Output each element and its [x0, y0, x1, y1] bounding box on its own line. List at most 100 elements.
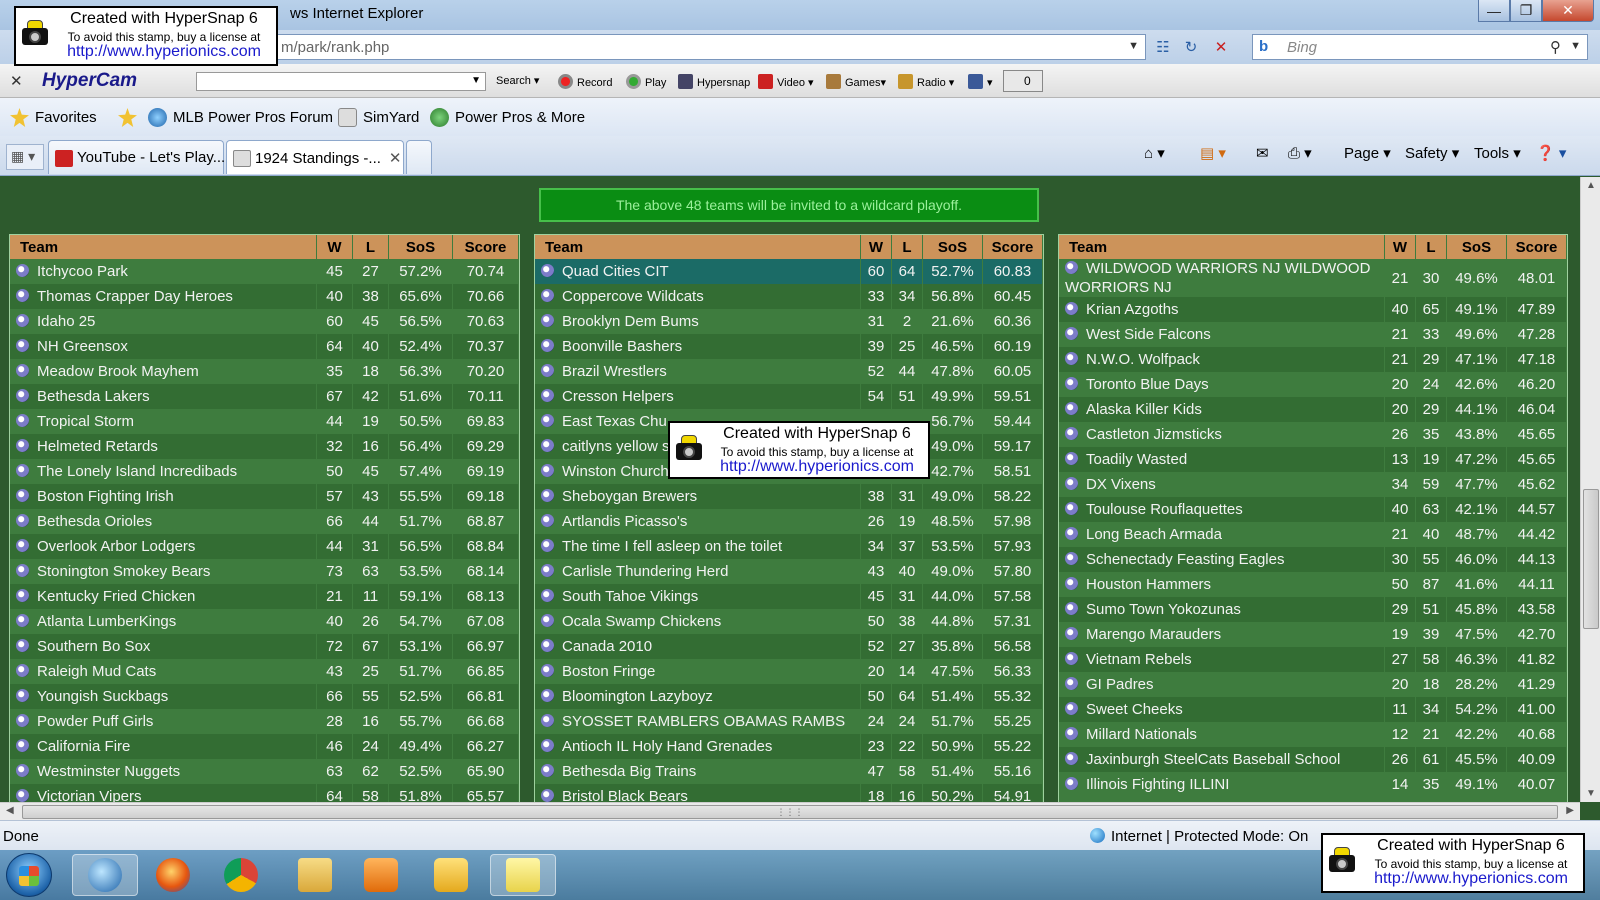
hc-games-button[interactable]: Games▾: [826, 74, 886, 89]
team-cell[interactable]: Ocala Swamp Chickens: [535, 609, 861, 634]
safety-menu[interactable]: Safety ▾: [1405, 144, 1459, 162]
taskbar-firefox[interactable]: [140, 854, 206, 896]
team-cell[interactable]: Thomas Crapper Day Heroes: [10, 284, 317, 309]
hc-video-button[interactable]: Video ▾: [758, 74, 814, 89]
team-cell[interactable]: Toadily Wasted: [1059, 447, 1385, 472]
help-icon[interactable]: ❓ ▾: [1536, 144, 1566, 162]
minimize-button[interactable]: —: [1478, 0, 1510, 22]
search-input[interactable]: b Bing ⚲ ▼: [1252, 34, 1588, 60]
hc-search-button[interactable]: Search ▾: [496, 74, 539, 87]
close-toolbar-icon[interactable]: ✕: [10, 72, 23, 90]
team-cell[interactable]: Bristol Black Bears: [535, 784, 861, 802]
team-cell[interactable]: Carlisle Thundering Herd: [535, 559, 861, 584]
scroll-up-icon[interactable]: ▲: [1586, 180, 1596, 191]
team-cell[interactable]: West Side Falcons: [1059, 322, 1385, 347]
taskbar-chrome[interactable]: [208, 854, 274, 896]
taskbar-notes[interactable]: [490, 854, 556, 896]
team-cell[interactable]: Brazil Wrestlers: [535, 359, 861, 384]
team-cell[interactable]: WILDWOOD WARRIORS NJ WILDWOOD WORRIORS N…: [1059, 259, 1385, 297]
team-cell[interactable]: Southern Bo Sox: [10, 634, 317, 659]
scroll-left-icon[interactable]: ◀: [6, 805, 14, 816]
team-cell[interactable]: Victorian Vipers: [10, 784, 317, 802]
team-cell[interactable]: Jaxinburgh SteelCats Baseball School: [1059, 747, 1385, 772]
team-cell[interactable]: Helmeted Retards: [10, 434, 317, 459]
team-cell[interactable]: Bethesda Orioles: [10, 509, 317, 534]
team-cell[interactable]: Meadow Brook Mayhem: [10, 359, 317, 384]
home-icon[interactable]: ⌂ ▾: [1144, 144, 1165, 162]
add-favorite-icon[interactable]: [118, 108, 143, 127]
compatibility-view-icon[interactable]: ☷: [1152, 38, 1174, 58]
team-cell[interactable]: Coppercove Wildcats: [535, 284, 861, 309]
team-cell[interactable]: Sumo Town Yokozunas: [1059, 597, 1385, 622]
new-tab-button[interactable]: [406, 140, 432, 174]
team-cell[interactable]: NH Greensox: [10, 334, 317, 359]
team-cell[interactable]: South Tahoe Vikings: [535, 584, 861, 609]
team-cell[interactable]: Itchycoo Park: [10, 259, 317, 284]
page-menu[interactable]: Page ▾: [1344, 144, 1391, 162]
team-cell[interactable]: Overlook Arbor Lodgers: [10, 534, 317, 559]
team-cell[interactable]: Atlanta LumberKings: [10, 609, 317, 634]
team-cell[interactable]: Sheboygan Brewers: [535, 484, 861, 509]
team-cell[interactable]: Illinois Fighting ILLINI: [1059, 772, 1385, 797]
horizontal-scroll-thumb[interactable]: ⋮⋮⋮: [22, 805, 1558, 819]
team-cell[interactable]: SYOSSET RAMBLERS OBAMAS RAMBS: [535, 709, 861, 734]
stop-icon[interactable]: ✕: [1210, 38, 1232, 58]
feeds-icon[interactable]: ▤ ▾: [1200, 144, 1226, 162]
vertical-scroll-thumb[interactable]: [1583, 489, 1599, 629]
team-cell[interactable]: Cresson Helpers: [535, 384, 861, 409]
team-cell[interactable]: Raleigh Mud Cats: [10, 659, 317, 684]
tab-standings[interactable]: 1924 Standings -... ✕: [226, 140, 404, 174]
hc-radio-button[interactable]: Radio ▾: [898, 74, 954, 89]
team-cell[interactable]: Millard Nationals: [1059, 722, 1385, 747]
team-cell[interactable]: Artlandis Picasso's: [535, 509, 861, 534]
team-cell[interactable]: Bethesda Big Trains: [535, 759, 861, 784]
security-zone[interactable]: Internet | Protected Mode: On: [1090, 828, 1308, 845]
hc-hypersnap-button[interactable]: Hypersnap: [678, 74, 750, 89]
team-cell[interactable]: Schenectady Feasting Eagles: [1059, 547, 1385, 572]
taskbar-ie[interactable]: [72, 854, 138, 896]
team-cell[interactable]: The time I fell asleep on the toilet: [535, 534, 861, 559]
team-cell[interactable]: Youngish Suckbags: [10, 684, 317, 709]
team-cell[interactable]: Bloomington Lazyboyz: [535, 684, 861, 709]
hc-counter[interactable]: 0: [1003, 70, 1043, 92]
team-cell[interactable]: Sweet Cheeks: [1059, 697, 1385, 722]
refresh-icon[interactable]: ↻: [1180, 38, 1202, 58]
fav-link-mlb-forum[interactable]: MLB Power Pros Forum: [148, 108, 333, 127]
hc-record-button[interactable]: Record: [558, 74, 612, 89]
hc-play-button[interactable]: Play: [626, 74, 666, 89]
team-cell[interactable]: GI Padres: [1059, 672, 1385, 697]
team-cell[interactable]: Powder Puff Girls: [10, 709, 317, 734]
team-cell[interactable]: Quad Cities CIT: [535, 259, 861, 284]
team-cell[interactable]: Vietnam Rebels: [1059, 647, 1385, 672]
close-tab-icon[interactable]: ✕: [389, 150, 402, 167]
team-cell[interactable]: Krian Azgoths: [1059, 297, 1385, 322]
team-cell[interactable]: California Fire: [10, 734, 317, 759]
tools-menu[interactable]: Tools ▾: [1474, 144, 1521, 162]
fav-link-simyard[interactable]: SimYard: [338, 108, 419, 127]
team-cell[interactable]: Brooklyn Dem Bums: [535, 309, 861, 334]
team-cell[interactable]: Boston Fighting Irish: [10, 484, 317, 509]
print-icon[interactable]: ⎙ ▾: [1288, 144, 1312, 162]
team-cell[interactable]: Westminster Nuggets: [10, 759, 317, 784]
team-cell[interactable]: Antioch IL Holy Hand Grenades: [535, 734, 861, 759]
team-cell[interactable]: Marengo Marauders: [1059, 622, 1385, 647]
team-cell[interactable]: Toronto Blue Days: [1059, 372, 1385, 397]
facebook-button[interactable]: ▾: [968, 74, 993, 89]
team-cell[interactable]: Toulouse Rouflaquettes: [1059, 497, 1385, 522]
team-cell[interactable]: Stonington Smokey Bears: [10, 559, 317, 584]
team-cell[interactable]: Castleton Jizmsticks: [1059, 422, 1385, 447]
address-bar[interactable]: m/park/rank.php ▼: [276, 34, 1146, 60]
horizontal-scrollbar[interactable]: ◀ ⋮⋮⋮ ▶: [0, 802, 1580, 820]
tab-youtube[interactable]: YouTube - Let's Play...: [48, 140, 225, 174]
team-cell[interactable]: DX Vixens: [1059, 472, 1385, 497]
vertical-scrollbar[interactable]: ▲ ▼: [1580, 177, 1600, 802]
scroll-right-icon[interactable]: ▶: [1566, 805, 1574, 816]
taskbar-media-player[interactable]: [348, 854, 414, 896]
close-button[interactable]: ✕: [1542, 0, 1594, 22]
restore-button[interactable]: ❐: [1510, 0, 1542, 22]
search-icon[interactable]: ⚲: [1550, 38, 1561, 56]
team-cell[interactable]: Long Beach Armada: [1059, 522, 1385, 547]
team-cell[interactable]: Boonville Bashers: [535, 334, 861, 359]
hypercam-logo[interactable]: HyperCam: [42, 70, 137, 92]
address-dropdown-icon[interactable]: ▼: [1128, 40, 1139, 52]
